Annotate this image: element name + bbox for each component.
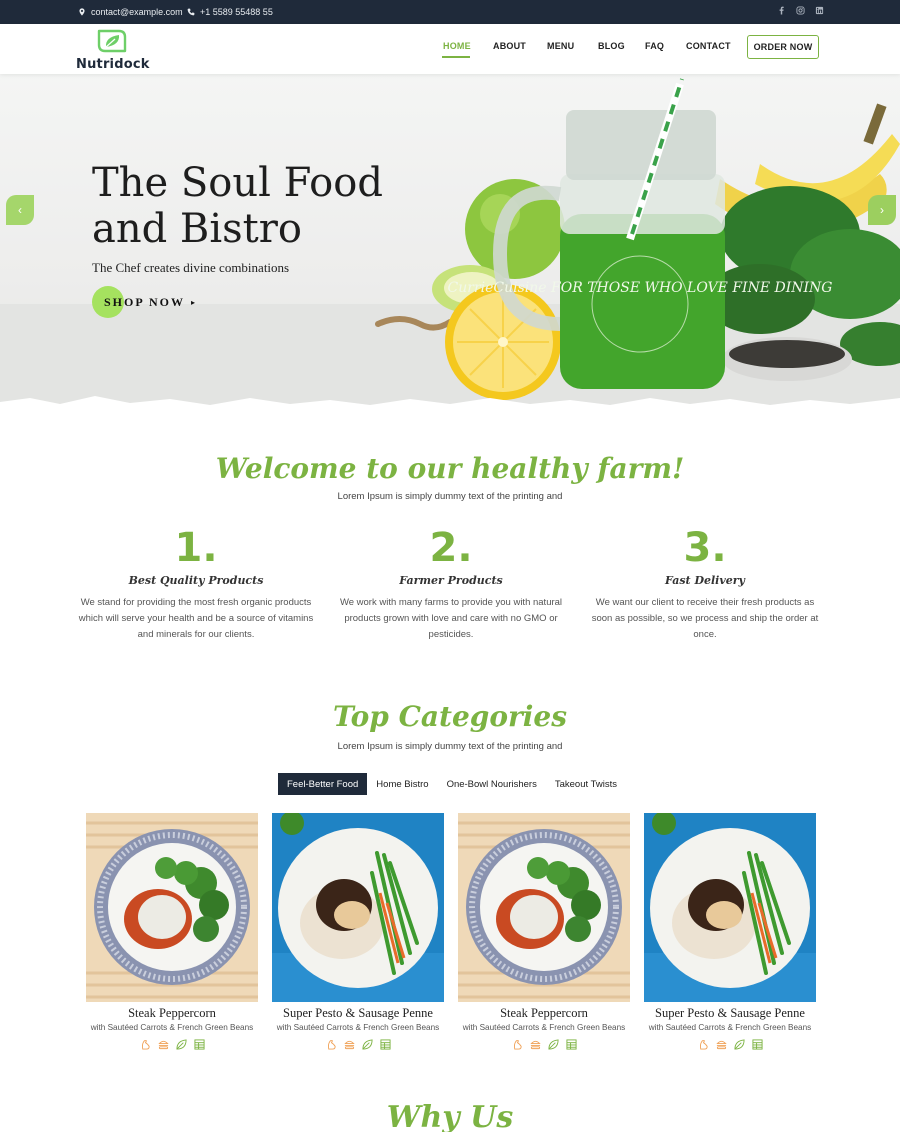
social-links xyxy=(777,6,824,15)
phone-text: +1 5589 55488 55 xyxy=(200,7,273,17)
product-icons xyxy=(272,1037,444,1050)
jar-brand-text: CurrieCuisine FOR THOSE WHO LOVE FINE DI… xyxy=(448,280,833,296)
product-name[interactable]: Super Pesto & Sausage Penne xyxy=(644,1006,816,1021)
nav-menu[interactable]: MENU xyxy=(547,41,574,51)
nav-faq[interactable]: FAQ xyxy=(645,41,664,51)
feature-description: We stand for providing the most fresh or… xyxy=(78,597,314,640)
welcome-title: Welcome to our healthy farm! xyxy=(215,452,685,485)
product-name[interactable]: Steak Peppercorn xyxy=(86,1006,258,1021)
facebook-icon[interactable] xyxy=(777,6,786,15)
contact-email[interactable]: contact@example.com xyxy=(78,7,183,17)
linkedin-icon[interactable] xyxy=(815,6,824,15)
tab-takeout-twists[interactable]: Takeout Twists xyxy=(546,773,626,795)
feature-title: Best Quality Products xyxy=(128,574,264,587)
hero-title: The Soul Food and Bistro xyxy=(92,160,412,252)
muscle-icon xyxy=(140,1037,151,1050)
nutrition-table-icon xyxy=(193,1037,205,1050)
product-subtitle: with Sautéed Carrots & French Green Bean… xyxy=(462,1023,626,1032)
tab-one-bowl-nourishers[interactable]: One-Bowl Nourishers xyxy=(438,773,546,795)
feature-number: 3. xyxy=(683,525,727,571)
burger-icon xyxy=(157,1037,169,1050)
feature-number: 1. xyxy=(174,525,218,571)
category-tabs: Feel-Better Food Home Bistro One-Bowl No… xyxy=(278,773,626,795)
leaf-icon xyxy=(547,1037,559,1050)
next-slide-arrow[interactable]: › xyxy=(868,195,896,225)
hero-slider: CurrieCuisine FOR THOSE WHO LOVE FINE DI… xyxy=(0,74,900,414)
product-image[interactable] xyxy=(86,813,258,1002)
product-image[interactable] xyxy=(272,813,444,1002)
product-subtitle: with Sautéed Carrots & French Green Bean… xyxy=(648,1023,812,1032)
product-name[interactable]: Steak Peppercorn xyxy=(458,1006,630,1021)
contact-phone[interactable]: +1 5589 55488 55 xyxy=(187,7,273,17)
feature-item: 2. Farmer Products We work with many far… xyxy=(331,526,571,643)
nutrition-table-icon xyxy=(379,1037,391,1050)
nav-active-underline xyxy=(442,56,470,58)
nutrition-table-icon xyxy=(565,1037,577,1050)
nav-home[interactable]: HOME xyxy=(443,41,471,51)
product-subtitle: with Sautéed Carrots & French Green Bean… xyxy=(276,1023,440,1032)
why-us-title: Why Us xyxy=(386,1100,514,1132)
feature-title: Farmer Products xyxy=(399,574,503,587)
instagram-icon[interactable] xyxy=(796,6,805,15)
feature-item: 1. Best Quality Products We stand for pr… xyxy=(76,526,316,643)
product-subtitle: with Sautéed Carrots & French Green Bean… xyxy=(90,1023,254,1032)
feature-title: Fast Delivery xyxy=(665,574,745,587)
product-icons xyxy=(644,1037,816,1050)
leaf-icon xyxy=(733,1037,745,1050)
logo[interactable]: Nutridock xyxy=(76,28,150,72)
nutrition-table-icon xyxy=(751,1037,763,1050)
feature-number: 2. xyxy=(429,525,473,571)
product-card[interactable]: Super Pesto & Sausage Penne with Sautéed… xyxy=(644,813,816,1050)
torn-edge-decoration xyxy=(0,396,900,414)
feature-description: We work with many farms to provide you w… xyxy=(339,597,563,640)
product-icons xyxy=(458,1037,630,1050)
phone-icon xyxy=(187,8,195,16)
nav-contact[interactable]: CONTACT xyxy=(686,41,731,51)
muscle-icon xyxy=(512,1037,523,1050)
order-now-button[interactable]: ORDER NOW xyxy=(747,35,819,59)
tab-home-bistro[interactable]: Home Bistro xyxy=(367,773,437,795)
feature-item: 3. Fast Delivery We want our client to r… xyxy=(585,526,825,643)
burger-icon xyxy=(343,1037,355,1050)
product-image[interactable] xyxy=(644,813,816,1002)
burger-icon xyxy=(529,1037,541,1050)
product-card[interactable]: Super Pesto & Sausage Penne with Sautéed… xyxy=(272,813,444,1050)
welcome-lead: Lorem Ipsum is simply dummy text of the … xyxy=(337,491,563,502)
nav-about[interactable]: ABOUT xyxy=(493,41,526,51)
tab-feel-better-food[interactable]: Feel-Better Food xyxy=(278,773,368,795)
hero-title-line1: The Soul Food xyxy=(92,160,383,206)
chevron-left-icon: ‹ xyxy=(18,203,22,217)
product-card[interactable]: Steak Peppercorn with Sautéed Carrots & … xyxy=(458,813,630,1050)
shop-now-button[interactable]: SHOP NOW ▸ xyxy=(92,286,195,318)
chevron-right-icon: › xyxy=(880,203,884,217)
shop-now-label: SHOP NOW xyxy=(104,294,186,309)
email-text: contact@example.com xyxy=(91,7,183,17)
product-card[interactable]: Steak Peppercorn with Sautéed Carrots & … xyxy=(86,813,258,1050)
site-header: Nutridock HOME ABOUT MENU BLOG FAQ CONTA… xyxy=(0,24,900,74)
leaf-logo-icon xyxy=(97,29,127,53)
product-icons xyxy=(86,1037,258,1050)
prev-slide-arrow[interactable]: ‹ xyxy=(6,195,34,225)
caret-right-icon: ▸ xyxy=(191,297,196,307)
logo-text: Nutridock xyxy=(76,57,150,72)
product-name[interactable]: Super Pesto & Sausage Penne xyxy=(272,1006,444,1021)
leaf-icon xyxy=(361,1037,373,1050)
muscle-icon xyxy=(698,1037,709,1050)
burger-icon xyxy=(715,1037,727,1050)
hero-title-line2: and Bistro xyxy=(92,206,302,252)
nav-blog[interactable]: BLOG xyxy=(598,41,625,51)
categories-title: Top Categories xyxy=(332,700,568,733)
hero-subtitle: The Chef creates divine combinations xyxy=(92,260,290,275)
muscle-icon xyxy=(326,1037,337,1050)
product-image[interactable] xyxy=(458,813,630,1002)
top-bar: contact@example.com +1 5589 55488 55 xyxy=(0,0,900,24)
categories-lead: Lorem Ipsum is simply dummy text of the … xyxy=(337,741,563,752)
feature-description: We want our client to receive their fres… xyxy=(591,597,819,640)
location-pin-icon xyxy=(79,8,85,16)
leaf-icon xyxy=(175,1037,187,1050)
